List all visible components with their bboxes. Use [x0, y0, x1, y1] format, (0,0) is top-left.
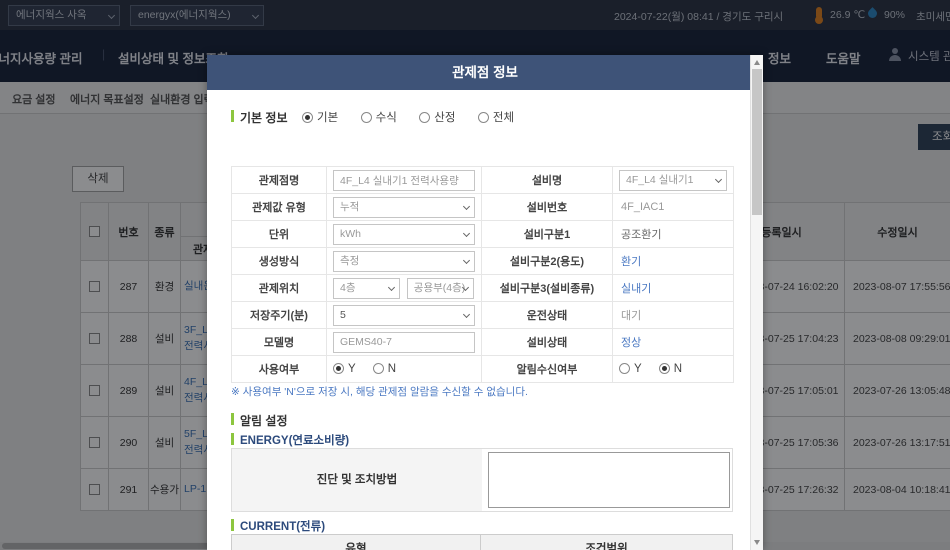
label-run-state: 운전상태: [482, 302, 613, 329]
label-point-name: 관제점명: [232, 167, 327, 194]
radio-all-label: 전체: [493, 112, 514, 124]
label-equip-div3: 설비구분3(설비종류): [482, 275, 613, 302]
create-method-value: 측정: [340, 255, 359, 267]
chevron-down-icon: [715, 175, 722, 182]
alarm-n-label: N: [674, 363, 682, 375]
label-equip-state: 설비상태: [482, 329, 613, 356]
unit-value: kWh: [340, 228, 361, 240]
label-save-cycle: 저장주기(분): [232, 302, 327, 329]
location-zone-select[interactable]: 공용부(4층): [407, 278, 474, 299]
label-alarm-recv: 알림수신여부: [482, 356, 613, 383]
radio-calc[interactable]: [419, 112, 430, 123]
chevron-down-icon: [463, 256, 470, 263]
chevron-down-icon: [463, 310, 470, 317]
current-table: 유형 조건범위: [231, 534, 733, 550]
radio-basic-label: 기본: [317, 112, 338, 124]
equip-no-value: 4F_IAC1: [619, 201, 664, 213]
alarm-y-radio[interactable]: [619, 363, 630, 374]
section-basic-info: 기본 정보: [231, 109, 288, 126]
use-n-radio[interactable]: [373, 363, 384, 374]
create-method-select[interactable]: 측정: [333, 251, 475, 272]
run-state-value: 대기: [619, 310, 641, 322]
point-type-radio-group: 기본 수식 산정 전체: [302, 108, 514, 126]
label-equip-name: 설비명: [482, 167, 613, 194]
equip-state-value: 정상: [619, 337, 641, 349]
use-n-label: N: [388, 363, 396, 375]
location-floor-value: 4층: [340, 282, 356, 294]
chevron-down-icon: [463, 229, 470, 236]
equip-name-select[interactable]: 4F_L4 실내기1: [619, 170, 727, 191]
label-equip-no: 설비번호: [482, 194, 613, 221]
label-equip-div1: 설비구분1: [482, 221, 613, 248]
use-y-radio[interactable]: [333, 363, 344, 374]
section-energy: ENERGY(연료소비량): [231, 432, 349, 448]
current-col-range: 조건범위: [481, 534, 733, 550]
use-y-label: Y: [348, 363, 356, 375]
model-input[interactable]: [333, 332, 475, 353]
radio-calc-label: 산정: [434, 112, 455, 124]
chevron-down-icon: [463, 202, 470, 209]
section-alarm-settings: 알림 설정: [231, 412, 288, 429]
radio-basic[interactable]: [302, 112, 313, 123]
label-create-method: 생성방식: [232, 248, 327, 275]
equip-div1-value: 공조환기: [619, 229, 661, 241]
modal-title: 관제점 정보: [207, 55, 763, 90]
page: 에너지웍스 사옥 energyx(에너지웍스) 2024-07-22(월) 08…: [0, 0, 950, 550]
radio-formula-label: 수식: [376, 112, 397, 124]
current-col-type: 유형: [231, 534, 481, 550]
equip-name-value: 4F_L4 실내기1: [626, 174, 694, 186]
equip-div2-value: 환기: [619, 256, 641, 268]
point-info-modal: 관제점 정보 기본 정보 기본 수식 산정 전체 관제점명 설비명 4F_L4 …: [207, 55, 763, 550]
section-current: CURRENT(전류): [231, 518, 325, 534]
scroll-down-arrow-icon[interactable]: [754, 540, 760, 545]
unit-select[interactable]: kWh: [333, 224, 475, 245]
scroll-up-arrow-icon[interactable]: [754, 60, 760, 65]
use-yn-note: ※ 사용여부 'N'으로 저장 시, 해당 관제점 알람을 수신할 수 없습니다…: [231, 384, 528, 399]
label-model: 모델명: [232, 329, 327, 356]
diagnosis-label: 진단 및 조치방법: [232, 449, 482, 511]
save-cycle-value: 5: [340, 309, 346, 321]
equip-div3-value: 실내기: [619, 283, 651, 295]
point-name-input[interactable]: [333, 170, 475, 191]
label-location: 관제위치: [232, 275, 327, 302]
modal-scrollbar[interactable]: [750, 55, 763, 550]
point-form: 관제점명 설비명 4F_L4 실내기1 관제값 유형 누적 설비번호 4F_IA…: [231, 166, 734, 383]
radio-formula[interactable]: [361, 112, 372, 123]
diagnosis-textarea[interactable]: [488, 452, 730, 508]
save-cycle-select[interactable]: 5: [333, 305, 475, 326]
radio-all[interactable]: [478, 112, 489, 123]
label-unit: 단위: [232, 221, 327, 248]
scrollbar-thumb[interactable]: [752, 69, 762, 215]
label-equip-div2: 설비구분2(용도): [482, 248, 613, 275]
modal-body: 기본 정보 기본 수식 산정 전체 관제점명 설비명 4F_L4 실내기1 관제…: [207, 90, 748, 550]
chevron-down-icon: [388, 283, 395, 290]
value-type-value: 누적: [340, 201, 359, 213]
label-use-yn: 사용여부: [232, 356, 327, 383]
location-floor-select[interactable]: 4층: [333, 278, 400, 299]
alarm-y-label: Y: [634, 363, 642, 375]
diagnosis-row: 진단 및 조치방법: [231, 448, 733, 512]
alarm-n-radio[interactable]: [659, 363, 670, 374]
label-value-type: 관제값 유형: [232, 194, 327, 221]
location-zone-value: 공용부(4층): [414, 282, 465, 294]
value-type-select[interactable]: 누적: [333, 197, 475, 218]
